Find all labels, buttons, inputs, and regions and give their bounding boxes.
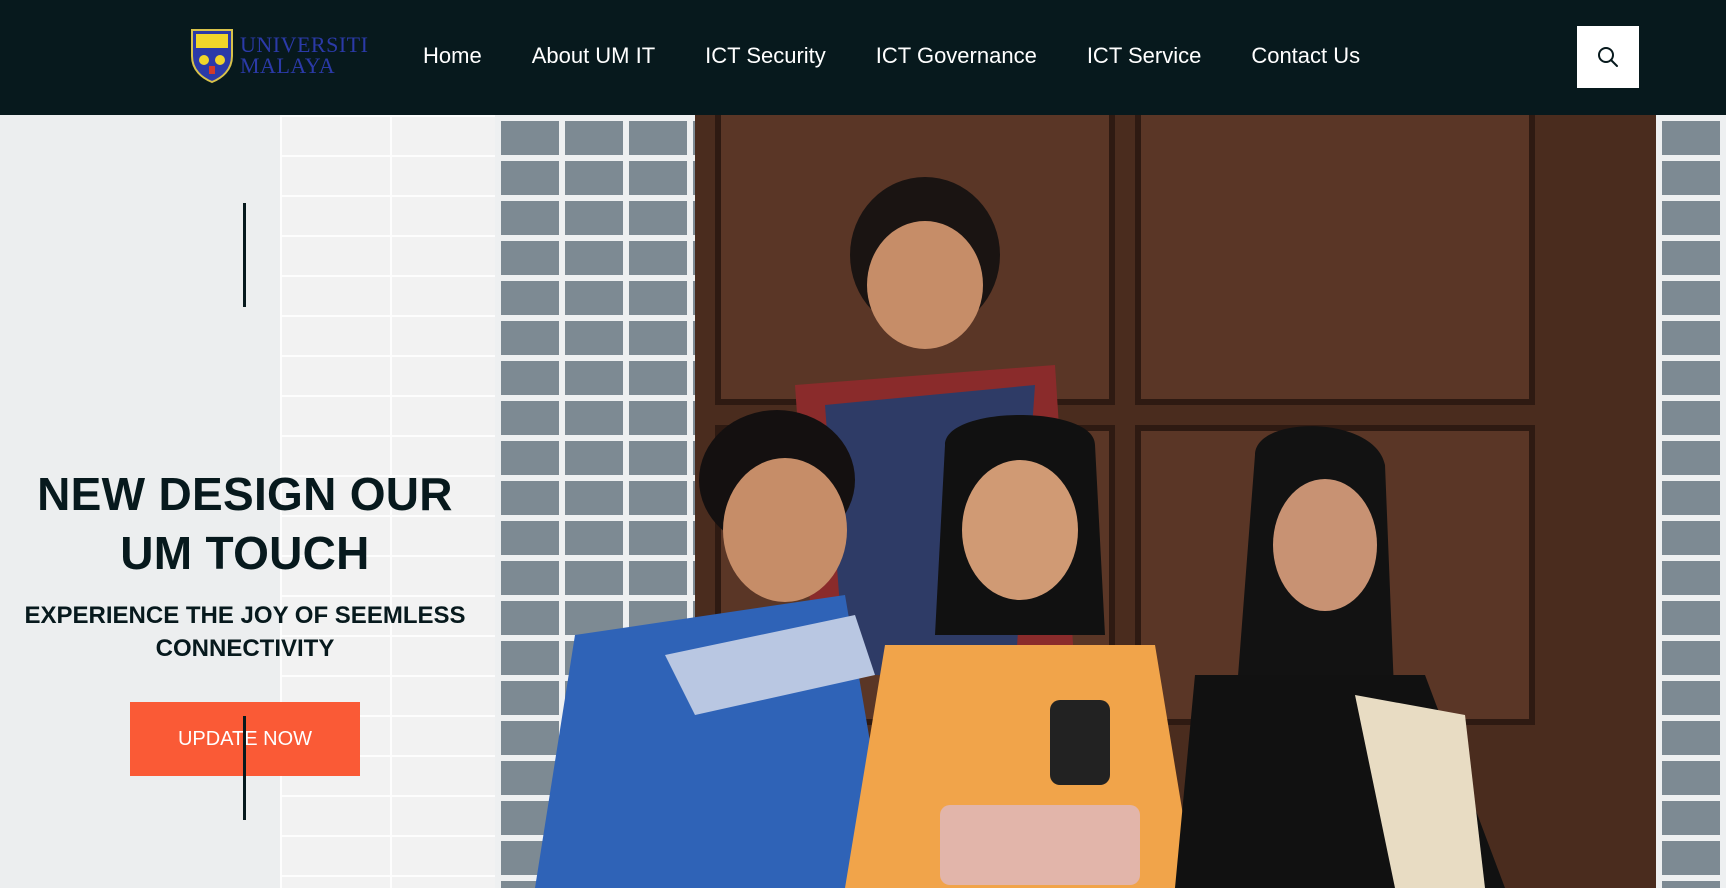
search-button[interactable]	[1577, 26, 1639, 88]
hero-subtitle-line2: CONNECTIVITY	[155, 635, 335, 662]
hero-subtitle: EXPERIENCE THE JOY OF SEEMLESS CONNECTIV…	[0, 599, 490, 665]
hero-title-line2: UM TOUCH	[120, 527, 370, 579]
bottom-divider-line	[243, 716, 246, 820]
hero-subtitle-line1: EXPERIENCE THE JOY OF SEEMLESS	[24, 602, 466, 629]
nav-ict-governance[interactable]: ICT Governance	[876, 38, 1037, 74]
top-divider-line	[243, 203, 246, 307]
hero-image	[495, 115, 1726, 888]
nav-ict-security[interactable]: ICT Security	[705, 38, 826, 74]
students-illustration	[535, 177, 1505, 888]
nav-about-um-it[interactable]: About UM IT	[532, 38, 655, 74]
nav-contact-us[interactable]: Contact Us	[1251, 38, 1360, 74]
logo-text-line1: UNIVERSITI	[240, 32, 369, 57]
university-crest-icon	[191, 29, 233, 84]
hero-title: NEW DESIGN OUR UM TOUCH	[0, 465, 490, 583]
site-header: UNIVERSITI MALAYA Home About UM IT ICT S…	[0, 0, 1726, 115]
search-icon	[1598, 47, 1618, 67]
main-nav: Home About UM IT ICT Security ICT Govern…	[423, 38, 1410, 74]
hero-title-line1: NEW DESIGN OUR	[37, 468, 453, 520]
nav-home[interactable]: Home	[423, 38, 482, 74]
logo[interactable]: UNIVERSITI MALAYA	[188, 25, 368, 85]
hero-text-panel: NEW DESIGN OUR UM TOUCH EXPERIENCE THE J…	[0, 115, 495, 888]
logo-text: UNIVERSITI MALAYA	[240, 32, 369, 78]
nav-ict-service[interactable]: ICT Service	[1087, 38, 1202, 74]
logo-text-line2: MALAYA	[240, 53, 336, 78]
